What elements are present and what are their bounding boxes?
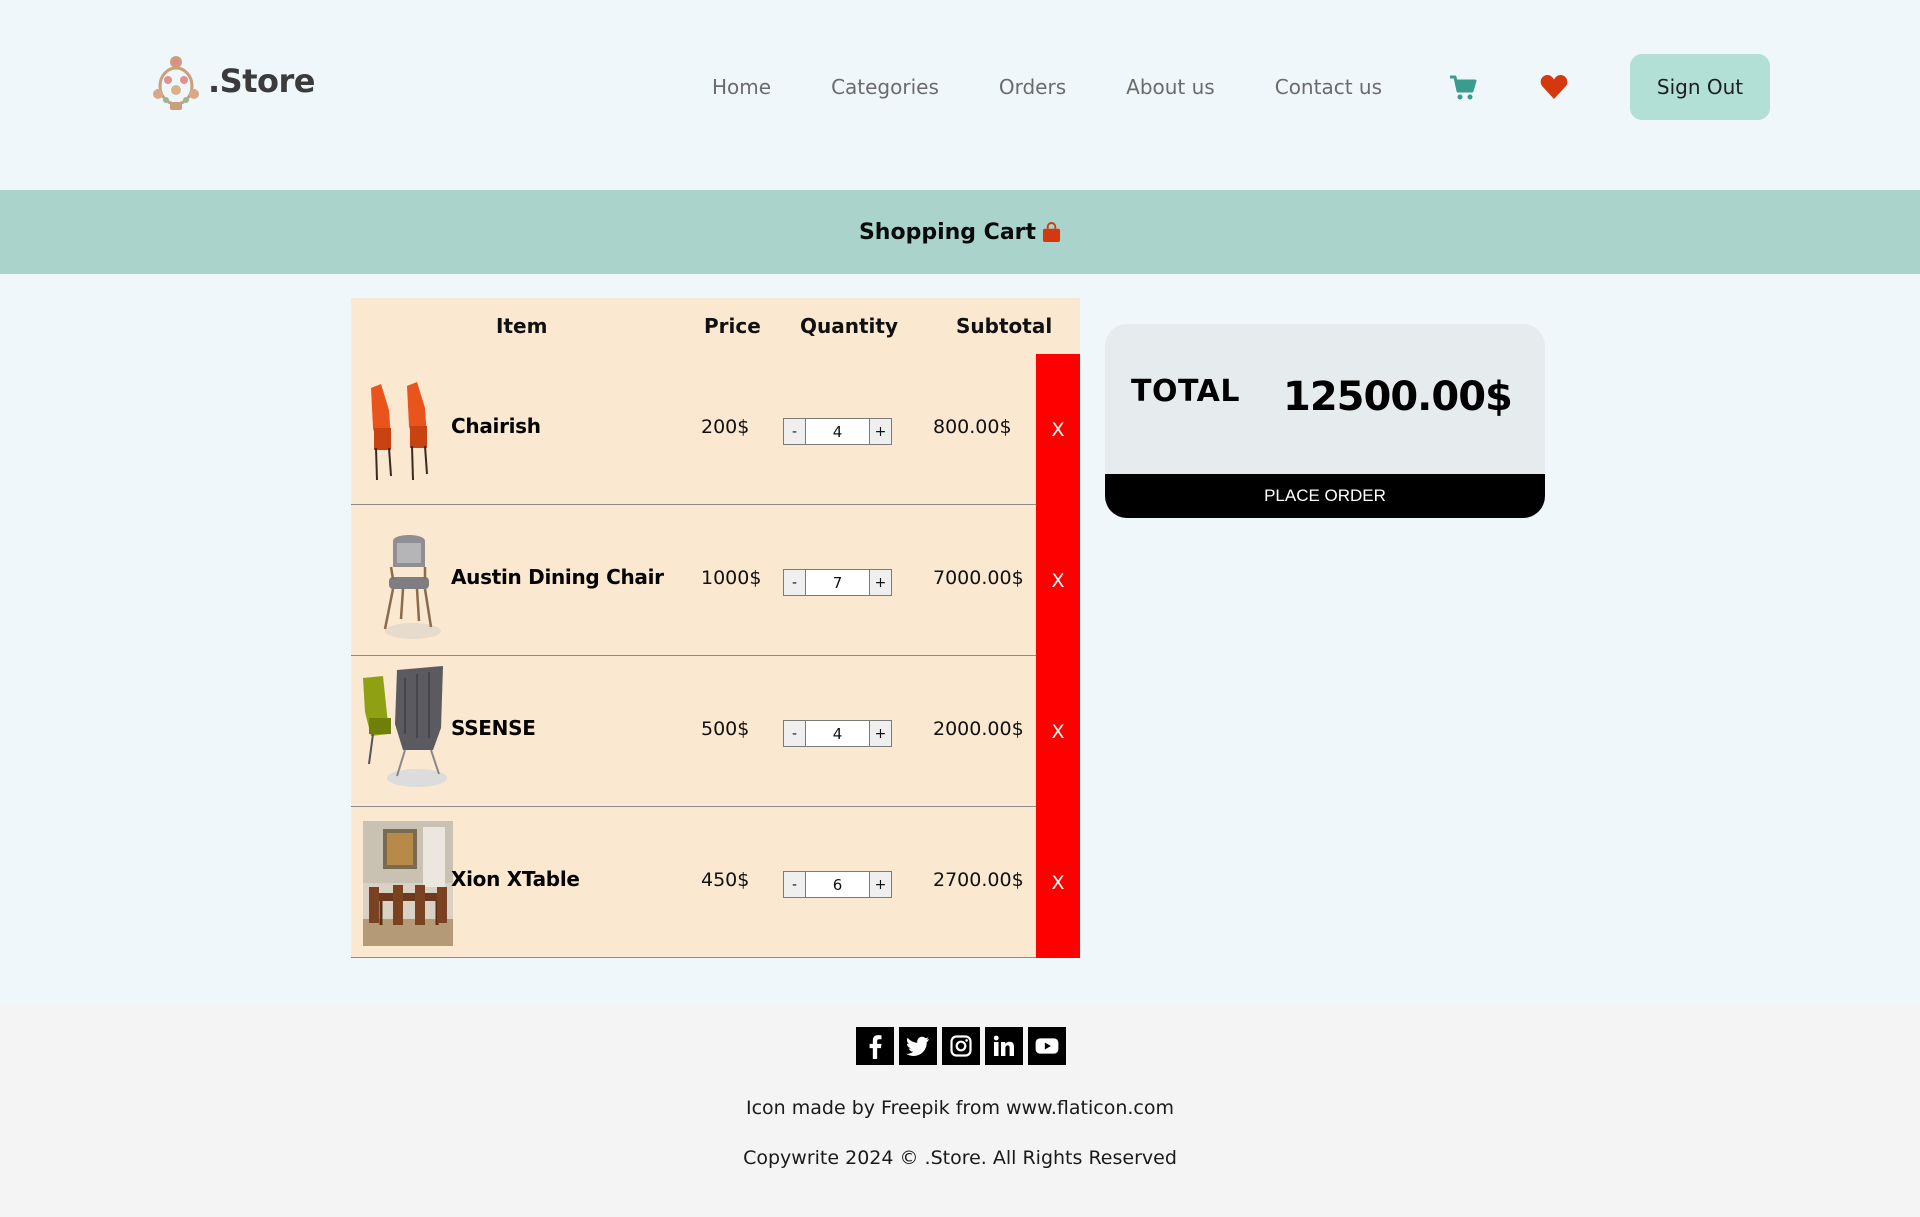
youtube-icon[interactable] bbox=[1028, 1027, 1066, 1065]
facebook-icon[interactable] bbox=[856, 1027, 894, 1065]
item-subtotal: 7000.00$ bbox=[933, 567, 1024, 589]
item-subtotal: 2000.00$ bbox=[933, 718, 1024, 740]
table-row: Austin Dining Chair 1000$ - + 7000.00$ X bbox=[351, 505, 1080, 656]
copyright: Copywrite 2024 © .Store. All Rights Rese… bbox=[743, 1147, 1177, 1169]
item-name: Austin Dining Chair bbox=[451, 565, 664, 589]
decrease-quantity-button[interactable]: - bbox=[784, 721, 806, 746]
instagram-icon[interactable] bbox=[942, 1027, 980, 1065]
sign-out-button[interactable]: Sign Out bbox=[1630, 54, 1770, 120]
total-label: TOTAL bbox=[1131, 374, 1240, 409]
remove-item-button[interactable]: X bbox=[1036, 656, 1080, 807]
remove-item-button[interactable]: X bbox=[1036, 354, 1080, 505]
table-row: Xion XTable 450$ - + 2700.00$ X bbox=[351, 807, 1080, 958]
site-footer: Icon made by Freepik from www.flaticon.c… bbox=[0, 1005, 1920, 1217]
logo[interactable]: .Store bbox=[148, 50, 315, 112]
decrease-quantity-button[interactable]: - bbox=[784, 419, 806, 444]
total-value: 12500.00$ bbox=[1283, 374, 1513, 420]
item-subtotal: 800.00$ bbox=[933, 416, 1012, 438]
quantity-input[interactable] bbox=[806, 419, 869, 444]
order-summary: TOTAL 12500.00$ PLACE ORDER bbox=[1105, 324, 1545, 518]
remove-item-button[interactable]: X bbox=[1036, 807, 1080, 958]
quantity-input[interactable] bbox=[806, 570, 869, 595]
remove-item-button[interactable]: X bbox=[1036, 505, 1080, 656]
place-order-button[interactable]: PLACE ORDER bbox=[1105, 474, 1545, 518]
product-image bbox=[363, 821, 453, 946]
item-name: Xion XTable bbox=[451, 867, 580, 891]
item-price: 1000$ bbox=[701, 567, 762, 589]
header-quantity: Quantity bbox=[800, 314, 898, 338]
product-image bbox=[371, 382, 428, 481]
brand-name: .Store bbox=[208, 62, 315, 100]
increase-quantity-button[interactable]: + bbox=[869, 872, 891, 897]
increase-quantity-button[interactable]: + bbox=[869, 419, 891, 444]
item-name: Chairish bbox=[451, 414, 541, 438]
item-price: 500$ bbox=[701, 718, 750, 740]
nav-about-us[interactable]: About us bbox=[1126, 75, 1215, 99]
nav-categories[interactable]: Categories bbox=[831, 75, 939, 99]
product-image bbox=[383, 535, 441, 639]
decrease-quantity-button[interactable]: - bbox=[784, 872, 806, 897]
quantity-input[interactable] bbox=[806, 721, 869, 746]
page-banner: Shopping Cart bbox=[0, 190, 1920, 274]
nav-home[interactable]: Home bbox=[712, 75, 771, 99]
increase-quantity-button[interactable]: + bbox=[869, 570, 891, 595]
quantity-stepper: - + bbox=[783, 569, 892, 596]
social-links bbox=[856, 1027, 1066, 1065]
shopping-bag-icon bbox=[1042, 221, 1061, 242]
header-subtotal: Subtotal bbox=[956, 314, 1053, 338]
nav-orders[interactable]: Orders bbox=[999, 75, 1066, 99]
logo-emblem-icon bbox=[153, 56, 199, 110]
item-name: SSENSE bbox=[451, 716, 536, 740]
page-title: Shopping Cart bbox=[858, 219, 1037, 245]
quantity-stepper: - + bbox=[783, 871, 892, 898]
twitter-icon[interactable] bbox=[899, 1027, 937, 1065]
table-row: Chairish 200$ - + 800.00$ X bbox=[351, 354, 1080, 505]
cart-header-row: Item Price Quantity Subtotal bbox=[351, 298, 1080, 354]
nav-contact-us[interactable]: Contact us bbox=[1275, 75, 1382, 99]
quantity-stepper: - + bbox=[783, 720, 892, 747]
item-price: 200$ bbox=[701, 416, 750, 438]
item-subtotal: 2700.00$ bbox=[933, 869, 1024, 891]
table-row: SSENSE 500$ - + 2000.00$ X bbox=[351, 656, 1080, 807]
quantity-stepper: - + bbox=[783, 418, 892, 445]
site-header: .Store Home Categories Orders About us C… bbox=[0, 0, 1920, 190]
item-price: 450$ bbox=[701, 869, 750, 891]
quantity-input[interactable] bbox=[806, 872, 869, 897]
header-item: Item bbox=[496, 314, 548, 338]
product-image bbox=[363, 666, 447, 787]
icon-credit: Icon made by Freepik from www.flaticon.c… bbox=[746, 1097, 1174, 1119]
heart-icon[interactable] bbox=[1539, 72, 1569, 102]
cart-table: Item Price Quantity Subtotal Chairish 20… bbox=[351, 298, 1080, 958]
linkedin-icon[interactable] bbox=[985, 1027, 1023, 1065]
main-nav: Home Categories Orders About us Contact … bbox=[712, 70, 1442, 104]
header-price: Price bbox=[704, 314, 761, 338]
increase-quantity-button[interactable]: + bbox=[869, 721, 891, 746]
decrease-quantity-button[interactable]: - bbox=[784, 570, 806, 595]
cart-icon[interactable] bbox=[1448, 72, 1478, 102]
